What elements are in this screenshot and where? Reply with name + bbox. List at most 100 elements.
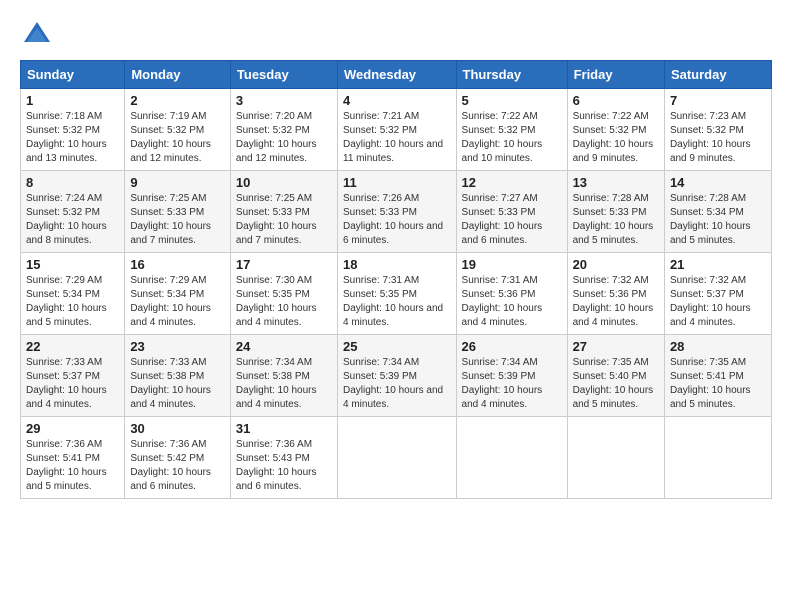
day-number: 30 <box>130 421 225 436</box>
calendar-table: SundayMondayTuesdayWednesdayThursdayFrid… <box>20 60 772 499</box>
day-info: Sunrise: 7:32 AMSunset: 5:36 PMDaylight:… <box>573 274 659 330</box>
header-cell-tuesday: Tuesday <box>230 61 337 89</box>
day-cell: 26 Sunrise: 7:34 AMSunset: 5:39 PMDayligh… <box>456 335 567 417</box>
day-number: 18 <box>343 257 451 272</box>
day-number: 31 <box>236 421 332 436</box>
day-info: Sunrise: 7:31 AMSunset: 5:36 PMDaylight:… <box>462 274 562 330</box>
day-cell: 3 Sunrise: 7:20 AMSunset: 5:32 PMDaylight… <box>230 89 337 171</box>
week-row-2: 8 Sunrise: 7:24 AMSunset: 5:32 PMDaylight… <box>21 171 772 253</box>
day-info: Sunrise: 7:25 AMSunset: 5:33 PMDaylight:… <box>236 192 332 248</box>
day-number: 7 <box>670 93 766 108</box>
day-info: Sunrise: 7:34 AMSunset: 5:39 PMDaylight:… <box>343 356 451 412</box>
day-cell: 27 Sunrise: 7:35 AMSunset: 5:40 PMDayligh… <box>567 335 664 417</box>
day-cell: 6 Sunrise: 7:22 AMSunset: 5:32 PMDaylight… <box>567 89 664 171</box>
day-info: Sunrise: 7:35 AMSunset: 5:41 PMDaylight:… <box>670 356 766 412</box>
day-cell: 28 Sunrise: 7:35 AMSunset: 5:41 PMDayligh… <box>664 335 771 417</box>
day-cell: 23Sunrise: 7:33 AMSunset: 5:38 PMDayligh… <box>125 335 231 417</box>
day-number: 25 <box>343 339 451 354</box>
day-cell <box>567 417 664 499</box>
day-cell: 13 Sunrise: 7:28 AMSunset: 5:33 PMDayligh… <box>567 171 664 253</box>
logo-icon <box>22 20 52 50</box>
day-cell: 2 Sunrise: 7:19 AMSunset: 5:32 PMDaylight… <box>125 89 231 171</box>
day-cell: 24Sunrise: 7:34 AMSunset: 5:38 PMDayligh… <box>230 335 337 417</box>
day-number: 20 <box>573 257 659 272</box>
day-cell: 9 Sunrise: 7:25 AMSunset: 5:33 PMDaylight… <box>125 171 231 253</box>
day-number: 10 <box>236 175 332 190</box>
day-number: 17 <box>236 257 332 272</box>
day-info: Sunrise: 7:23 AMSunset: 5:32 PMDaylight:… <box>670 110 766 166</box>
day-info: Sunrise: 7:26 AMSunset: 5:33 PMDaylight:… <box>343 192 451 248</box>
day-info: Sunrise: 7:25 AMSunset: 5:33 PMDaylight:… <box>130 192 225 248</box>
day-number: 6 <box>573 93 659 108</box>
day-number: 21 <box>670 257 766 272</box>
day-cell: 15Sunrise: 7:29 AMSunset: 5:34 PMDayligh… <box>21 253 125 335</box>
day-cell: 20 Sunrise: 7:32 AMSunset: 5:36 PMDayligh… <box>567 253 664 335</box>
day-info: Sunrise: 7:36 AMSunset: 5:41 PMDaylight:… <box>26 438 119 494</box>
day-number: 13 <box>573 175 659 190</box>
day-number: 12 <box>462 175 562 190</box>
day-info: Sunrise: 7:20 AMSunset: 5:32 PMDaylight:… <box>236 110 332 166</box>
day-cell: 21 Sunrise: 7:32 AMSunset: 5:37 PMDayligh… <box>664 253 771 335</box>
day-info: Sunrise: 7:35 AMSunset: 5:40 PMDaylight:… <box>573 356 659 412</box>
day-number: 11 <box>343 175 451 190</box>
day-number: 1 <box>26 93 119 108</box>
day-number: 26 <box>462 339 562 354</box>
day-cell: 22Sunrise: 7:33 AMSunset: 5:37 PMDayligh… <box>21 335 125 417</box>
day-cell: 16Sunrise: 7:29 AMSunset: 5:34 PMDayligh… <box>125 253 231 335</box>
week-row-3: 15Sunrise: 7:29 AMSunset: 5:34 PMDayligh… <box>21 253 772 335</box>
day-info: Sunrise: 7:28 AMSunset: 5:34 PMDaylight:… <box>670 192 766 248</box>
day-number: 14 <box>670 175 766 190</box>
day-number: 29 <box>26 421 119 436</box>
day-cell: 25 Sunrise: 7:34 AMSunset: 5:39 PMDayligh… <box>338 335 457 417</box>
day-cell: 8 Sunrise: 7:24 AMSunset: 5:32 PMDaylight… <box>21 171 125 253</box>
day-cell: 17 Sunrise: 7:30 AMSunset: 5:35 PMDayligh… <box>230 253 337 335</box>
day-number: 28 <box>670 339 766 354</box>
day-cell: 30 Sunrise: 7:36 AMSunset: 5:42 PMDayligh… <box>125 417 231 499</box>
day-number: 19 <box>462 257 562 272</box>
day-number: 27 <box>573 339 659 354</box>
header-cell-thursday: Thursday <box>456 61 567 89</box>
header-cell-wednesday: Wednesday <box>338 61 457 89</box>
header-cell-saturday: Saturday <box>664 61 771 89</box>
day-info: Sunrise: 7:34 AMSunset: 5:39 PMDaylight:… <box>462 356 562 412</box>
header-cell-monday: Monday <box>125 61 231 89</box>
day-info: Sunrise: 7:33 AMSunset: 5:38 PMDaylight:… <box>130 356 225 412</box>
day-info: Sunrise: 7:21 AMSunset: 5:32 PMDaylight:… <box>343 110 451 166</box>
header-cell-sunday: Sunday <box>21 61 125 89</box>
day-info: Sunrise: 7:24 AMSunset: 5:32 PMDaylight:… <box>26 192 119 248</box>
day-number: 9 <box>130 175 225 190</box>
day-number: 2 <box>130 93 225 108</box>
day-info: Sunrise: 7:34 AMSunset: 5:38 PMDaylight:… <box>236 356 332 412</box>
day-number: 3 <box>236 93 332 108</box>
calendar-header: SundayMondayTuesdayWednesdayThursdayFrid… <box>21 61 772 89</box>
day-cell: 29 Sunrise: 7:36 AMSunset: 5:41 PMDayligh… <box>21 417 125 499</box>
day-info: Sunrise: 7:32 AMSunset: 5:37 PMDaylight:… <box>670 274 766 330</box>
day-number: 5 <box>462 93 562 108</box>
day-info: Sunrise: 7:22 AMSunset: 5:32 PMDaylight:… <box>462 110 562 166</box>
day-number: 22 <box>26 339 119 354</box>
day-number: 16 <box>130 257 225 272</box>
header-cell-friday: Friday <box>567 61 664 89</box>
day-cell: 12 Sunrise: 7:27 AMSunset: 5:33 PMDayligh… <box>456 171 567 253</box>
day-number: 8 <box>26 175 119 190</box>
day-cell: 18 Sunrise: 7:31 AMSunset: 5:35 PMDayligh… <box>338 253 457 335</box>
day-info: Sunrise: 7:28 AMSunset: 5:33 PMDaylight:… <box>573 192 659 248</box>
day-cell: 14 Sunrise: 7:28 AMSunset: 5:34 PMDayligh… <box>664 171 771 253</box>
day-info: Sunrise: 7:22 AMSunset: 5:32 PMDaylight:… <box>573 110 659 166</box>
day-cell <box>338 417 457 499</box>
day-info: Sunrise: 7:36 AMSunset: 5:43 PMDaylight:… <box>236 438 332 494</box>
day-info: Sunrise: 7:30 AMSunset: 5:35 PMDaylight:… <box>236 274 332 330</box>
day-info: Sunrise: 7:19 AMSunset: 5:32 PMDaylight:… <box>130 110 225 166</box>
day-cell: 31 Sunrise: 7:36 AMSunset: 5:43 PMDayligh… <box>230 417 337 499</box>
day-info: Sunrise: 7:36 AMSunset: 5:42 PMDaylight:… <box>130 438 225 494</box>
logo <box>20 20 52 50</box>
day-cell <box>664 417 771 499</box>
day-cell: 5 Sunrise: 7:22 AMSunset: 5:32 PMDaylight… <box>456 89 567 171</box>
day-info: Sunrise: 7:31 AMSunset: 5:35 PMDaylight:… <box>343 274 451 330</box>
header <box>20 20 772 50</box>
header-row: SundayMondayTuesdayWednesdayThursdayFrid… <box>21 61 772 89</box>
day-info: Sunrise: 7:27 AMSunset: 5:33 PMDaylight:… <box>462 192 562 248</box>
day-cell: 11 Sunrise: 7:26 AMSunset: 5:33 PMDayligh… <box>338 171 457 253</box>
calendar-body: 1Sunrise: 7:18 AMSunset: 5:32 PMDaylight… <box>21 89 772 499</box>
day-cell: 7 Sunrise: 7:23 AMSunset: 5:32 PMDaylight… <box>664 89 771 171</box>
